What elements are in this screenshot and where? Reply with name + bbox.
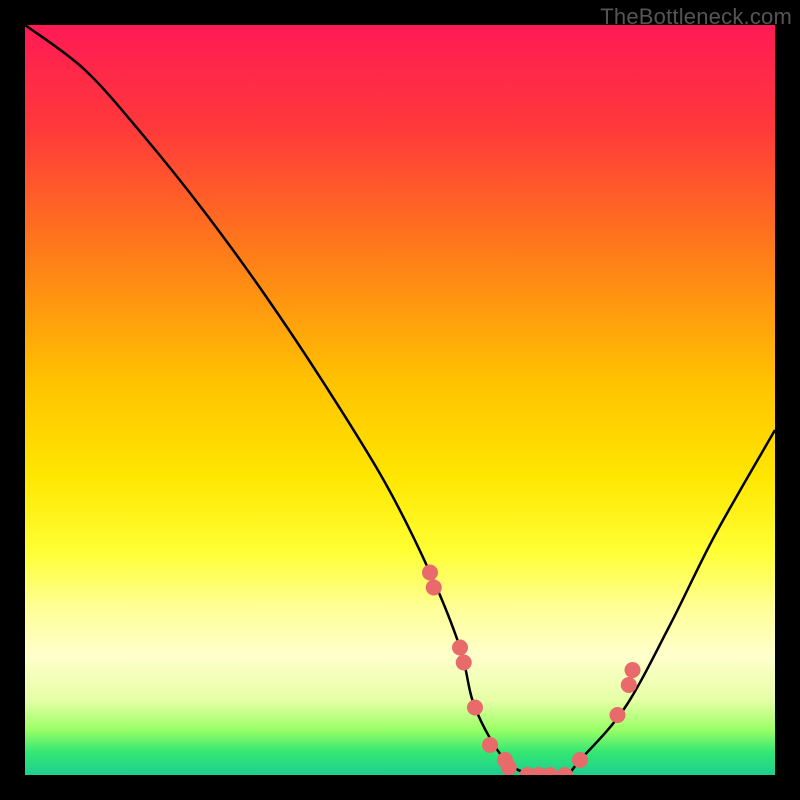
plot-background-gradient [25,25,775,775]
watermark-text: TheBottleneck.com [600,4,792,30]
chart-frame [25,25,775,775]
